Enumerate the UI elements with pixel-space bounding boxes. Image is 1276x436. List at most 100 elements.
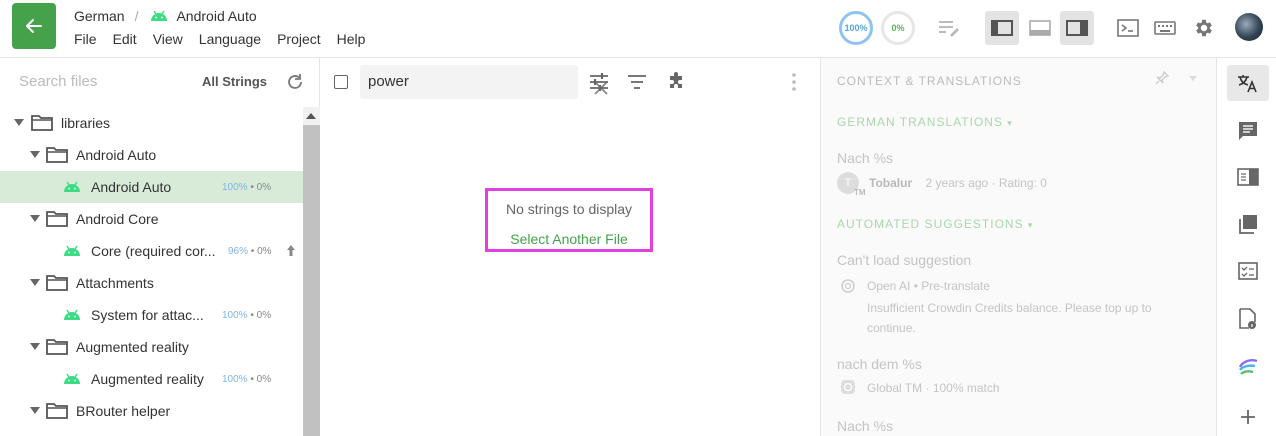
ai-tab[interactable] [1227, 349, 1269, 385]
file-progress: 96% • 0% [228, 245, 272, 257]
chevron-down-icon[interactable] [30, 151, 40, 158]
select-all-checkbox[interactable] [334, 75, 348, 89]
qa-checks-tab[interactable] [1227, 253, 1269, 289]
pin-icon[interactable] [1155, 71, 1169, 85]
automated-suggestions-header[interactable]: AUTOMATED SUGGESTIONS ▾ [837, 217, 1033, 231]
suggestion-openai-text: Can't load suggestion [837, 252, 972, 268]
chevron-down-icon[interactable] [30, 215, 40, 222]
tree-folder-attachments[interactable]: Attachments [0, 267, 303, 299]
chevron-down-icon[interactable] [14, 119, 24, 126]
strings-toolbar [321, 58, 819, 107]
menu-language[interactable]: Language [199, 31, 261, 47]
android-icon [64, 245, 80, 256]
edit-mode-button[interactable] [935, 14, 963, 42]
breadcrumb-language[interactable]: German [74, 8, 125, 24]
translated-percent: 100% [222, 181, 248, 193]
android-icon [64, 309, 80, 320]
breadcrumb-project[interactable]: Android Auto [176, 8, 256, 24]
suggestion-tm-text[interactable]: nach dem %s [837, 356, 922, 372]
context-panel-title: CONTEXT & TRANSLATIONS [837, 74, 1022, 88]
plus-icon [1241, 410, 1255, 424]
folder-icon [46, 275, 68, 291]
terminal-icon [1117, 19, 1139, 37]
strings-search-input[interactable] [368, 73, 548, 90]
suggestion-3-text[interactable]: Nach %s [837, 418, 893, 434]
folder-icon [31, 115, 53, 131]
comments-tab[interactable] [1227, 113, 1269, 149]
file-info-tab[interactable] [1227, 301, 1269, 337]
layout-right-panel-button[interactable] [1060, 11, 1094, 45]
settings-button[interactable] [1190, 14, 1218, 42]
tree-label: Android Auto [91, 179, 172, 195]
context-tab[interactable] [1227, 159, 1269, 195]
glossary-tab[interactable] [1227, 206, 1269, 242]
menu-view[interactable]: View [153, 31, 183, 47]
tree-file-system-for-attachments[interactable]: System for attac... 100% • 0% [0, 299, 303, 331]
tree-folder-augmented-reality[interactable]: Augmented reality [0, 331, 303, 363]
main-menu: File Edit View Language Project Help [74, 31, 381, 47]
user-avatar[interactable] [1235, 13, 1263, 41]
file-progress: 100% • 0% [222, 309, 272, 321]
back-button[interactable] [12, 3, 56, 49]
crowdin-ai-icon [1238, 359, 1258, 375]
strings-panel: No strings to display Select Another Fil… [321, 58, 819, 436]
breadcrumb-separator: / [134, 8, 139, 24]
strings-search [360, 65, 608, 99]
translations-tab[interactable] [1227, 65, 1269, 101]
context-panel: CONTEXT & TRANSLATIONS GERMAN TRANSLATIO… [820, 58, 1216, 436]
suggestion-openai-source: Open AI • Pre-translate [867, 279, 990, 293]
layout-bottom-button[interactable] [1026, 14, 1054, 42]
chevron-down-icon[interactable] [1189, 76, 1197, 81]
tree-folder-android-core[interactable]: Android Core [0, 203, 303, 235]
translator-name[interactable]: Tobalur [869, 176, 912, 190]
puzzle-icon[interactable] [666, 72, 686, 92]
menu-project[interactable]: Project [277, 31, 321, 47]
caret-icon: ▾ [1027, 220, 1034, 230]
empty-state-message: No strings to display [505, 201, 633, 217]
layout-sidebar-button[interactable] [985, 11, 1019, 45]
more-vert-icon[interactable] [791, 72, 797, 92]
tree-label: BRouter helper [76, 403, 171, 419]
folder-icon [46, 211, 68, 227]
approved-percent: 0% [257, 245, 272, 257]
search-files-input[interactable]: Search files [19, 73, 97, 90]
upload-arrow-icon[interactable] [286, 244, 296, 257]
tree-label: libraries [61, 115, 111, 131]
tree-file-augmented-reality[interactable]: Augmented reality 100% • 0% [0, 363, 303, 395]
chevron-down-icon[interactable] [30, 343, 40, 350]
proofread-progress-value: 0% [891, 23, 905, 33]
scroll-up-arrow-icon[interactable] [306, 113, 316, 119]
breadcrumb: German / Android Auto [74, 8, 257, 24]
translation-text[interactable]: Nach %s [837, 150, 893, 166]
select-another-file-link[interactable]: Select Another File [488, 231, 650, 247]
filter-icon[interactable] [627, 74, 647, 90]
menu-help[interactable]: Help [337, 31, 366, 47]
sidebar-scrollbar-thumb[interactable] [303, 125, 320, 436]
gear-icon [1196, 19, 1212, 37]
tree-folder-android-auto[interactable]: Android Auto [0, 139, 303, 171]
chevron-down-icon[interactable] [30, 407, 40, 414]
android-icon [64, 373, 80, 384]
tree-file-core[interactable]: Core (required cor... 96% • 0% [0, 235, 303, 267]
add-panel-button[interactable] [1227, 399, 1269, 435]
keyboard-shortcuts-button[interactable] [1151, 14, 1179, 42]
arrow-left-icon [26, 19, 42, 33]
tune-icon[interactable] [589, 72, 609, 92]
menu-edit[interactable]: Edit [113, 31, 137, 47]
proofread-progress-ring: 0% [881, 11, 915, 45]
terminal-button[interactable] [1114, 14, 1142, 42]
refresh-button[interactable] [285, 72, 305, 92]
tree-label: Augmented reality [76, 339, 189, 355]
translated-progress-ring: 100% [839, 11, 873, 45]
german-translations-header[interactable]: GERMAN TRANSLATIONS ▾ [837, 115, 1013, 129]
strings-filter-dropdown[interactable]: All Strings [202, 74, 267, 89]
tree-folder-brouter-helper[interactable]: BRouter helper [0, 395, 303, 427]
tree-file-android-auto[interactable]: Android Auto 100% • 0% [0, 171, 303, 203]
translated-percent: 100% [222, 373, 248, 385]
menu-file[interactable]: File [74, 31, 97, 47]
tree-folder-libraries[interactable]: libraries [0, 107, 303, 139]
folder-icon [46, 403, 68, 419]
chevron-down-icon[interactable] [30, 279, 40, 286]
checklist-icon [1238, 262, 1258, 280]
tree-label: Android Auto [76, 147, 157, 163]
